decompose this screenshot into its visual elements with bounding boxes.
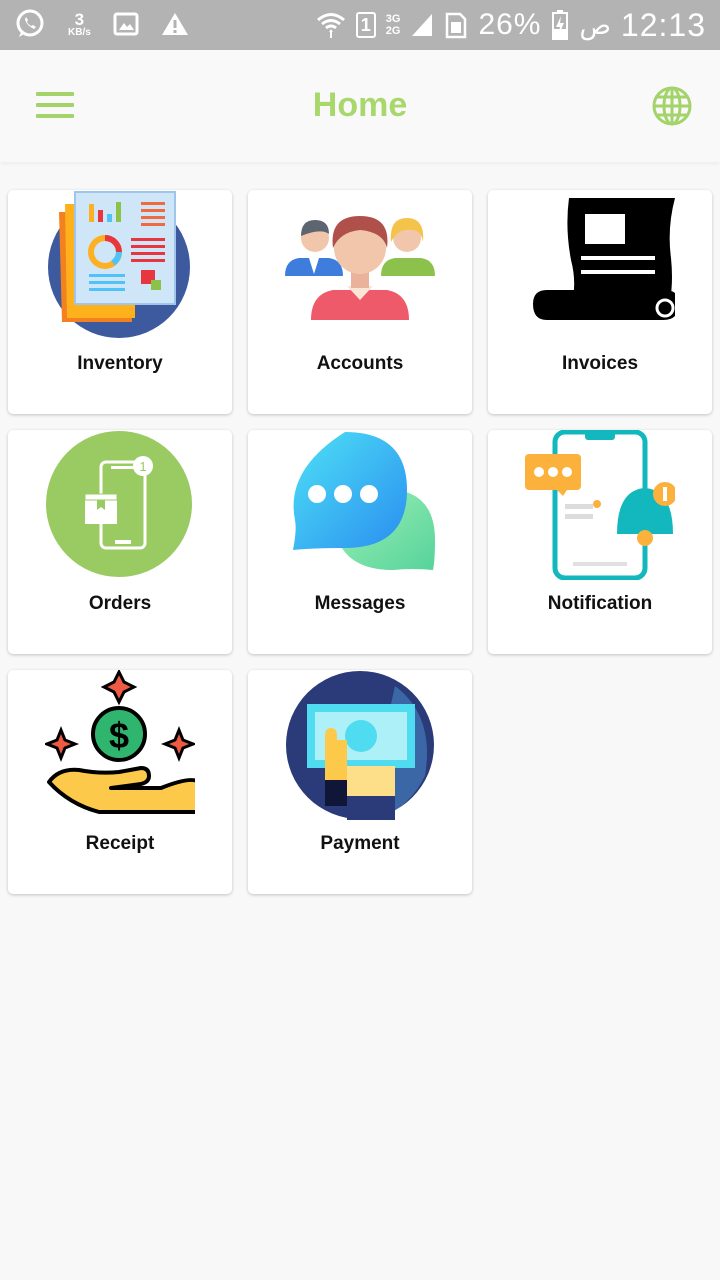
gallery-icon [113,12,139,36]
tile-accounts[interactable]: Accounts [248,190,472,414]
battery-charging-icon [552,10,569,40]
tile-messages[interactable]: Messages [248,430,472,654]
tile-orders[interactable]: 1 Orders [8,430,232,654]
tile-label: Accounts [316,353,404,374]
invoice-scroll-icon [533,198,675,320]
status-left-icons: 3 KB/s [14,8,189,40]
phone-bell-icon [525,430,675,580]
tile-label: Invoices [561,353,639,374]
signal-icon [412,14,433,36]
status-right-icons: 1 3G 2G 26% ص 12:13 [316,0,706,50]
chat-bubbles-icon [293,432,435,570]
status-bar: 3 KB/s 1 3G 2G 26% ص 12:13 [0,0,720,50]
globe-icon [652,86,692,126]
inventory-report-icon [48,191,190,338]
tile-label: Messages [314,593,406,614]
sim-slot-indicator: 1 [355,12,376,38]
warning-icon [161,13,188,35]
page-title: Home [312,86,408,124]
am-pm-label: ص [579,9,611,40]
tile-label: Inventory [77,353,163,374]
app-bar: Home [0,50,720,162]
tile-label: Notification [547,593,653,614]
hand-dollar-icon: $ [45,670,195,814]
tile-label: Orders [88,593,152,614]
wifi-icon [316,13,345,38]
battery-percent: 26% [478,8,542,41]
network-bottom-label: 2G [385,25,401,37]
tile-receipt[interactable]: $ Receipt [8,670,232,894]
data-speed: 3 KB/s [68,11,91,38]
tile-invoices[interactable]: Invoices [488,190,712,414]
cash-payment-icon [286,671,434,820]
tile-payment[interactable]: Payment [248,670,472,894]
accounts-people-icon [285,216,435,320]
data-speed-unit: KB/s [68,26,91,38]
clock: 12:13 [620,6,706,43]
network-type: 3G 2G [386,13,401,37]
whatsapp-icon [16,9,44,37]
network-top-label: 3G [385,13,401,25]
data-speed-value: 3 [74,9,85,29]
tile-label: Payment [320,833,400,854]
order-count-badge: 1 [139,459,146,474]
language-button[interactable] [650,84,694,128]
dollar-sign-glyph: $ [109,715,129,756]
tile-notification[interactable]: Notification [488,430,712,654]
sim-card-icon [446,12,467,39]
tile-inventory[interactable]: Inventory [8,190,232,414]
tile-label: Receipt [85,833,155,854]
orders-phone-icon: 1 [46,431,192,577]
